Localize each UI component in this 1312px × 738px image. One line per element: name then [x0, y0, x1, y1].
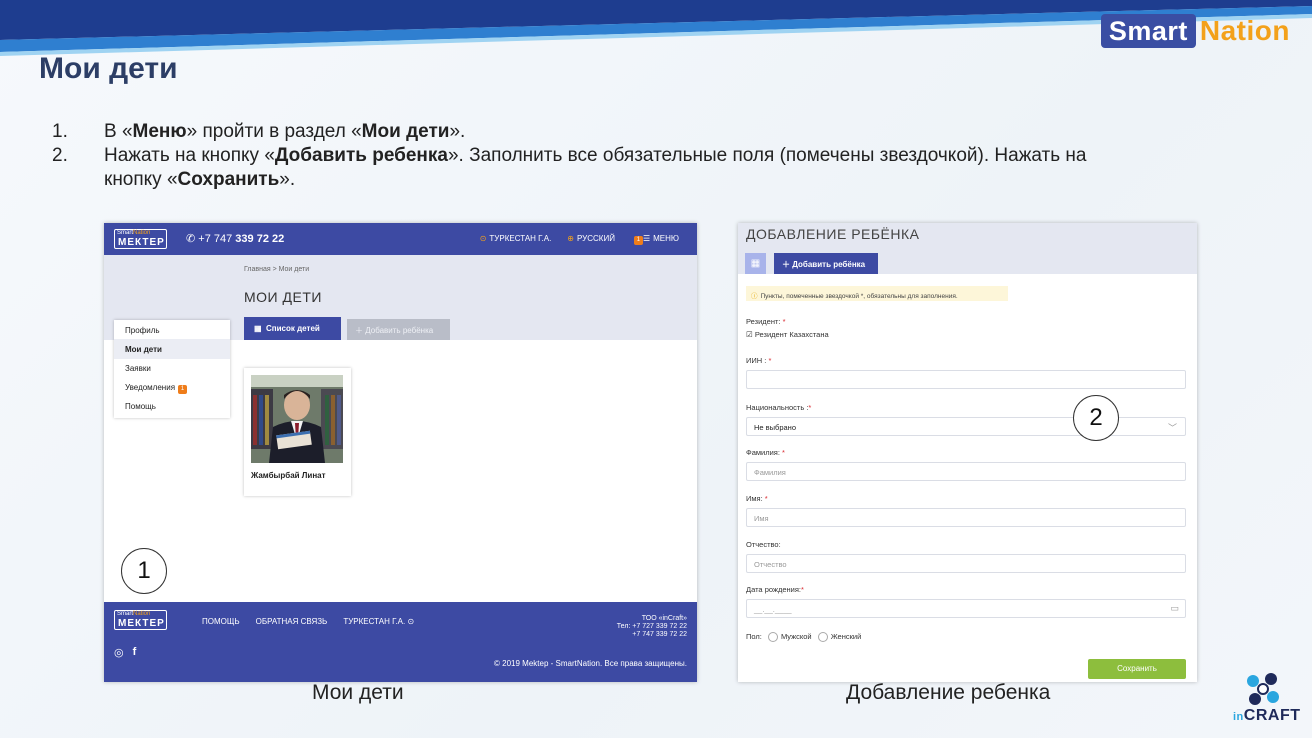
site-header: SmartNation МЕКТЕР ✆ +7 747 339 72 22 ⊙ Т… — [104, 223, 697, 255]
social-links: ◎ f — [114, 646, 136, 659]
my-children-screenshot: SmartNation МЕКТЕР ✆ +7 747 339 72 22 ⊙ Т… — [104, 223, 697, 682]
footer-link-region[interactable]: ТУРКЕСТАН Г.А. ⊙ — [343, 617, 414, 626]
child-photo — [251, 375, 343, 463]
page-title: Мои дети — [39, 52, 178, 85]
checkbox-checked-icon: ☑ — [746, 330, 753, 339]
footer-link-help[interactable]: ПОМОЩЬ — [202, 617, 240, 626]
menu-item-profile[interactable]: Профиль — [114, 320, 230, 340]
child-card[interactable]: Жамбырбай Линат — [244, 368, 351, 496]
plus-icon: ＋ — [782, 260, 790, 269]
phone-number[interactable]: ✆ +7 747 339 72 22 — [186, 232, 284, 245]
notification-badge: 1 — [178, 385, 188, 394]
nav-language[interactable]: ⊕ РУССКИЙ — [567, 234, 615, 245]
menu-icon: ☰ — [642, 234, 651, 243]
radio-male[interactable] — [767, 632, 778, 643]
step-1: 1. В «Меню» пройти в раздел «Мои дети». — [52, 120, 1172, 144]
grid-icon: ▦ — [254, 324, 262, 333]
grid-icon[interactable]: ▦ — [745, 253, 766, 274]
tab-children-list[interactable]: ▦ Список детей — [244, 317, 341, 340]
brand-smart: Smart — [1100, 14, 1196, 48]
location-pin-icon: ⊙ — [479, 234, 487, 243]
radio-female[interactable] — [817, 632, 828, 643]
required-notice: ⓘ Пункты, помеченные звездочкой *, обязат… — [746, 286, 1008, 301]
add-child-screenshot: ДОБАВЛЕНИЕ РЕБЁНКА ▦ ＋ Добавить ребёнка … — [738, 223, 1197, 682]
resident-label: Резидент: * — [746, 317, 786, 326]
gender-label: Пол: — [746, 632, 762, 641]
gender-group: Пол: Мужской Женский — [746, 632, 862, 643]
step-text: Нажать на кнопку «Добавить ребенка». Зап… — [104, 145, 1087, 190]
nationality-label: Национальность :* — [746, 403, 812, 412]
tab-add-child[interactable]: ＋ Добавить ребёнка — [347, 319, 450, 340]
info-icon: ⓘ — [751, 293, 758, 300]
caption-my-children: Мои дети — [312, 681, 404, 704]
menu-item-my-children[interactable]: Мои дети — [114, 339, 230, 359]
incraft-logo: inCRAFT — [1233, 671, 1300, 729]
brand-nation: Nation — [1199, 15, 1290, 46]
tab-add-child[interactable]: ＋ Добавить ребёнка — [774, 253, 878, 274]
step-2: 2. Нажать на кнопку «Добавить ребенка». … — [52, 144, 1172, 192]
iin-input[interactable] — [746, 370, 1186, 389]
step-number: 1. — [52, 121, 68, 142]
name-input[interactable]: Имя — [746, 508, 1186, 527]
location-pin-icon: ⊙ — [407, 617, 415, 626]
site-footer: SmartNation МЕКТЕР ПОМОЩЬ ОБРАТНАЯ СВЯЗЬ… — [104, 602, 697, 682]
chevron-down-icon: ﹀ — [1167, 423, 1177, 433]
patronymic-label: Отчество: — [746, 540, 781, 549]
plus-icon: ＋ — [355, 326, 363, 335]
birthdate-input[interactable]: __.__.____ ▭ — [746, 599, 1186, 618]
resident-checkbox[interactable]: ☑ Резидент Казахстана — [746, 330, 829, 339]
side-menu: Профиль Мои дети Заявки Уведомления 1 Пом… — [114, 320, 230, 418]
surname-label: Фамилия: * — [746, 448, 785, 457]
nav-menu[interactable]: 1 ☰ МЕНЮ — [631, 234, 679, 245]
breadcrumb[interactable]: Главная > Мои дети — [244, 266, 309, 273]
menu-item-notifications[interactable]: Уведомления 1 — [114, 377, 230, 397]
footer-contacts: ТОО «inCraft» Тел: +7 727 339 72 22 +7 7… — [616, 615, 687, 638]
nav-region[interactable]: ⊙ ТУРКЕСТАН Г.А. — [480, 234, 552, 245]
gender-male-label[interactable]: Мужской — [781, 632, 812, 641]
footer-mektep-logo[interactable]: SmartNation МЕКТЕР — [114, 610, 167, 630]
header-nav: ⊙ ТУРКЕСТАН Г.А. ⊕ РУССКИЙ 1 ☰ МЕНЮ — [480, 234, 679, 245]
smartnation-logo: Smart Nation — [1100, 14, 1290, 48]
instructions-list: 1. В «Меню» пройти в раздел «Мои дети». … — [52, 120, 1172, 192]
child-name: Жамбырбай Линат — [251, 471, 326, 480]
name-label: Имя: * — [746, 494, 768, 503]
section-title: ДОБАВЛЕНИЕ РЕБЁНКА — [746, 226, 920, 242]
menu-item-help[interactable]: Помощь — [114, 396, 230, 416]
menu-item-requests[interactable]: Заявки — [114, 358, 230, 378]
phone-icon: ✆ — [186, 233, 196, 245]
step-text: В «Меню» пройти в раздел «Мои дети». — [104, 121, 466, 142]
menu-badge: 1 — [633, 236, 643, 245]
step-marker-1: 1 — [121, 548, 167, 594]
birthdate-label: Дата рождения:* — [746, 585, 804, 594]
footer-links: ПОМОЩЬ ОБРАТНАЯ СВЯЗЬ ТУРКЕСТАН Г.А. ⊙ — [202, 617, 414, 626]
iin-label: ИИН : * — [746, 356, 772, 365]
globe-icon: ⊕ — [567, 234, 574, 243]
save-button[interactable]: Сохранить — [1088, 659, 1186, 679]
step-marker-2: 2 — [1073, 395, 1119, 441]
calendar-icon: ▭ — [1170, 603, 1179, 613]
patronymic-input[interactable]: Отчество — [746, 554, 1186, 573]
caption-add-child: Добавление ребенка — [846, 681, 1051, 704]
footer-copyright: © 2019 Mektep - SmartNation. Все права з… — [494, 659, 687, 668]
surname-input[interactable]: Фамилия — [746, 462, 1186, 481]
step-number: 2. — [52, 145, 68, 166]
section-title: МОИ ДЕТИ — [244, 289, 322, 305]
instagram-icon[interactable]: ◎ — [114, 646, 124, 659]
incraft-emblem-icon — [1247, 673, 1279, 705]
gender-female-label[interactable]: Женский — [831, 632, 862, 641]
footer-link-feedback[interactable]: ОБРАТНАЯ СВЯЗЬ — [256, 617, 328, 626]
nationality-select[interactable]: Не выбрано ﹀ — [746, 417, 1186, 436]
facebook-icon[interactable]: f — [133, 646, 137, 659]
mektep-logo[interactable]: SmartNation МЕКТЕР — [114, 229, 167, 249]
